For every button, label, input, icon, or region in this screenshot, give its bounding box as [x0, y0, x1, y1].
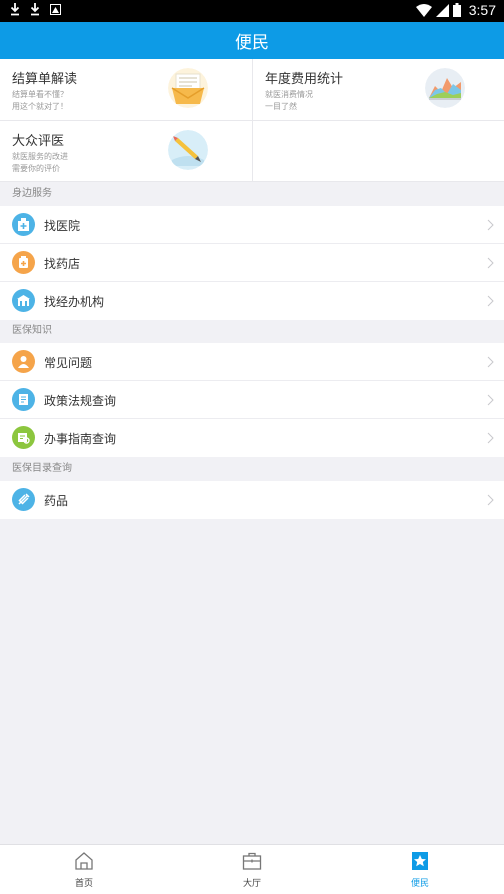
card-statement-explain[interactable]: 结算单解读 结算单看不懂？ 用这个就对了！ [0, 59, 252, 120]
tab-label: 大厅 [242, 879, 261, 889]
app-notification-icon [50, 4, 61, 15]
section-header-knowledge: 医保知识 [12, 325, 52, 336]
chevron-right-icon [487, 219, 494, 231]
download-icon [30, 3, 40, 16]
list-item-label: 找医院 [44, 219, 81, 233]
question-icon [12, 350, 35, 373]
chevron-right-icon [487, 432, 494, 444]
feature-cards: 结算单解读 结算单看不懂？ 用这个就对了！ 年度费用统计 就医消费情况 一目了然… [0, 59, 504, 182]
list-item-policy-query[interactable]: 政策法规查询 [0, 381, 504, 419]
wifi-icon [415, 3, 432, 17]
building-icon [12, 289, 35, 312]
guide-icon [12, 426, 35, 449]
list-nearby-services: 找医院 找药店 找经办机构 [0, 206, 504, 320]
chevron-right-icon [487, 356, 494, 368]
card-title: 大众评医 [12, 134, 65, 149]
status-time: 3:57 [468, 2, 496, 18]
syringe-icon [12, 488, 35, 511]
list-insurance-knowledge: 常见问题 政策法规查询 办事指南查询 [0, 343, 504, 457]
list-item-find-hospital[interactable]: 找医院 [0, 206, 504, 244]
card-subtitle: 一目了然 [265, 102, 297, 111]
list-item-faq[interactable]: 常见问题 [0, 343, 504, 381]
page-title: 便民 [235, 33, 269, 53]
cellular-signal-icon [435, 3, 449, 17]
list-item-label: 常见问题 [44, 356, 93, 370]
section-header-catalog: 医保目录查询 [12, 463, 72, 474]
briefcase-icon [242, 852, 262, 870]
card-subtitle: 就医服务的改进 [12, 152, 68, 161]
card-public-review[interactable]: 大众评医 就医服务的改进 需要你的评价 [0, 121, 252, 182]
chevron-right-icon [487, 394, 494, 406]
pharmacy-icon [12, 251, 35, 274]
chevron-right-icon [487, 257, 494, 269]
card-title: 年度费用统计 [265, 72, 344, 87]
list-catalog-query: 药品 [0, 481, 504, 519]
card-title: 结算单解读 [12, 72, 78, 87]
home-icon [75, 852, 93, 870]
star-bookmark-icon [412, 852, 428, 870]
list-item-label: 找经办机构 [44, 295, 105, 309]
bottom-tab-bar: 首页 大厅 便民 [0, 844, 504, 894]
list-item-label: 政策法规查询 [44, 394, 117, 408]
policy-book-icon [12, 388, 35, 411]
list-item-label: 找药店 [44, 257, 81, 271]
chevron-right-icon [487, 494, 494, 506]
pencil-icon [168, 130, 208, 170]
list-item-guide-query[interactable]: 办事指南查询 [0, 419, 504, 457]
card-subtitle: 需要你的评价 [12, 164, 60, 173]
list-item-drugs[interactable]: 药品 [0, 481, 504, 519]
document-envelope-icon [168, 68, 208, 108]
section-header-nearby: 身边服务 [12, 188, 52, 199]
card-subtitle: 就医消费情况 [265, 90, 313, 99]
list-item-label: 药品 [44, 494, 69, 508]
list-item-find-agency[interactable]: 找经办机构 [0, 282, 504, 320]
card-subtitle: 用这个就对了！ [12, 102, 68, 111]
tab-convenience[interactable]: 便民 [336, 845, 504, 894]
card-annual-cost[interactable]: 年度费用统计 就医消费情况 一目了然 [253, 59, 504, 120]
tab-hall[interactable]: 大厅 [168, 845, 336, 894]
area-chart-icon [425, 68, 465, 108]
status-bar: 3:57 [0, 0, 504, 22]
chevron-right-icon [487, 295, 494, 307]
tab-label: 首页 [74, 879, 93, 889]
tab-home[interactable]: 首页 [0, 845, 168, 894]
tab-label: 便民 [410, 879, 429, 889]
list-item-label: 办事指南查询 [44, 432, 117, 446]
battery-icon [452, 3, 461, 17]
list-item-find-pharmacy[interactable]: 找药店 [0, 244, 504, 282]
app-bar: 便民 [0, 22, 504, 59]
download-icon [10, 3, 20, 16]
hospital-icon [12, 213, 35, 236]
card-subtitle: 结算单看不懂？ [12, 90, 68, 99]
